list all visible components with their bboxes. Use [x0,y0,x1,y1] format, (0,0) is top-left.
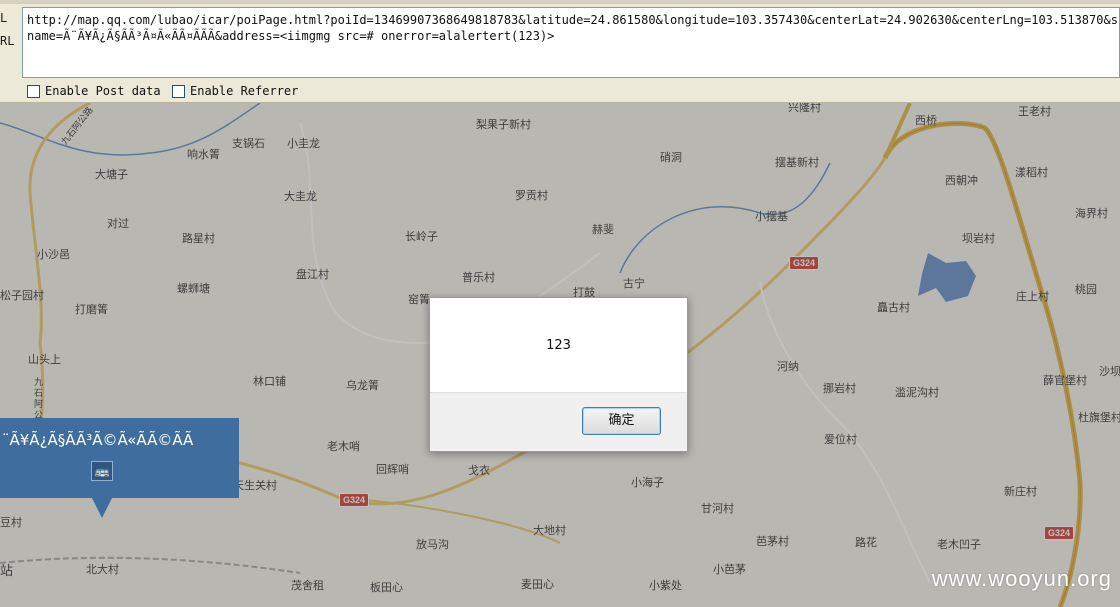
poi-info-popup[interactable]: ¨Ã¥Ã¿Ã§ÃÃ³Ã©Ã«ÃÃ©ÃÃ 🚌 [0,418,239,498]
watermark-text: www.wooyun.org [931,566,1112,591]
enable-referrer-option[interactable]: Enable Referrer [172,84,298,98]
alert-message: 123 [546,338,571,353]
ok-button[interactable]: 确定 [582,407,661,435]
url-line-2: name=Ã¨Ã¥Ã¿Ã§ÃÃ³Ã¤Ã«ÃÃ¤ÃÃÃ&address=<iimg… [27,29,555,43]
enable-post-checkbox[interactable] [27,84,40,98]
hackbar-label-url: RL [0,34,15,48]
alert-footer: 确定 [430,392,687,451]
hackbar-toolbar: L RL http://map.qq.com/lubao/icar/poiPag… [0,0,1120,103]
url-textarea[interactable]: http://map.qq.com/lubao/icar/poiPage.htm… [22,7,1120,78]
poi-name-text: ¨Ã¥Ã¿Ã§ÃÃ³Ã©Ã«ÃÃ©ÃÃ [2,431,194,449]
popup-pointer [92,498,112,518]
toolbar-top-strip [0,0,1120,4]
enable-post-option[interactable]: Enable Post data [27,84,161,98]
enable-post-label: Enable Post data [45,84,161,98]
bus-icon[interactable]: 🚌 [91,461,113,481]
hackbar-label-top: L [0,11,8,25]
alert-dialog: 123 确定 [429,297,688,452]
url-line-1: http://map.qq.com/lubao/icar/poiPage.htm… [27,13,1120,27]
enable-referrer-checkbox[interactable] [172,84,185,98]
enable-referrer-label: Enable Referrer [190,84,299,98]
